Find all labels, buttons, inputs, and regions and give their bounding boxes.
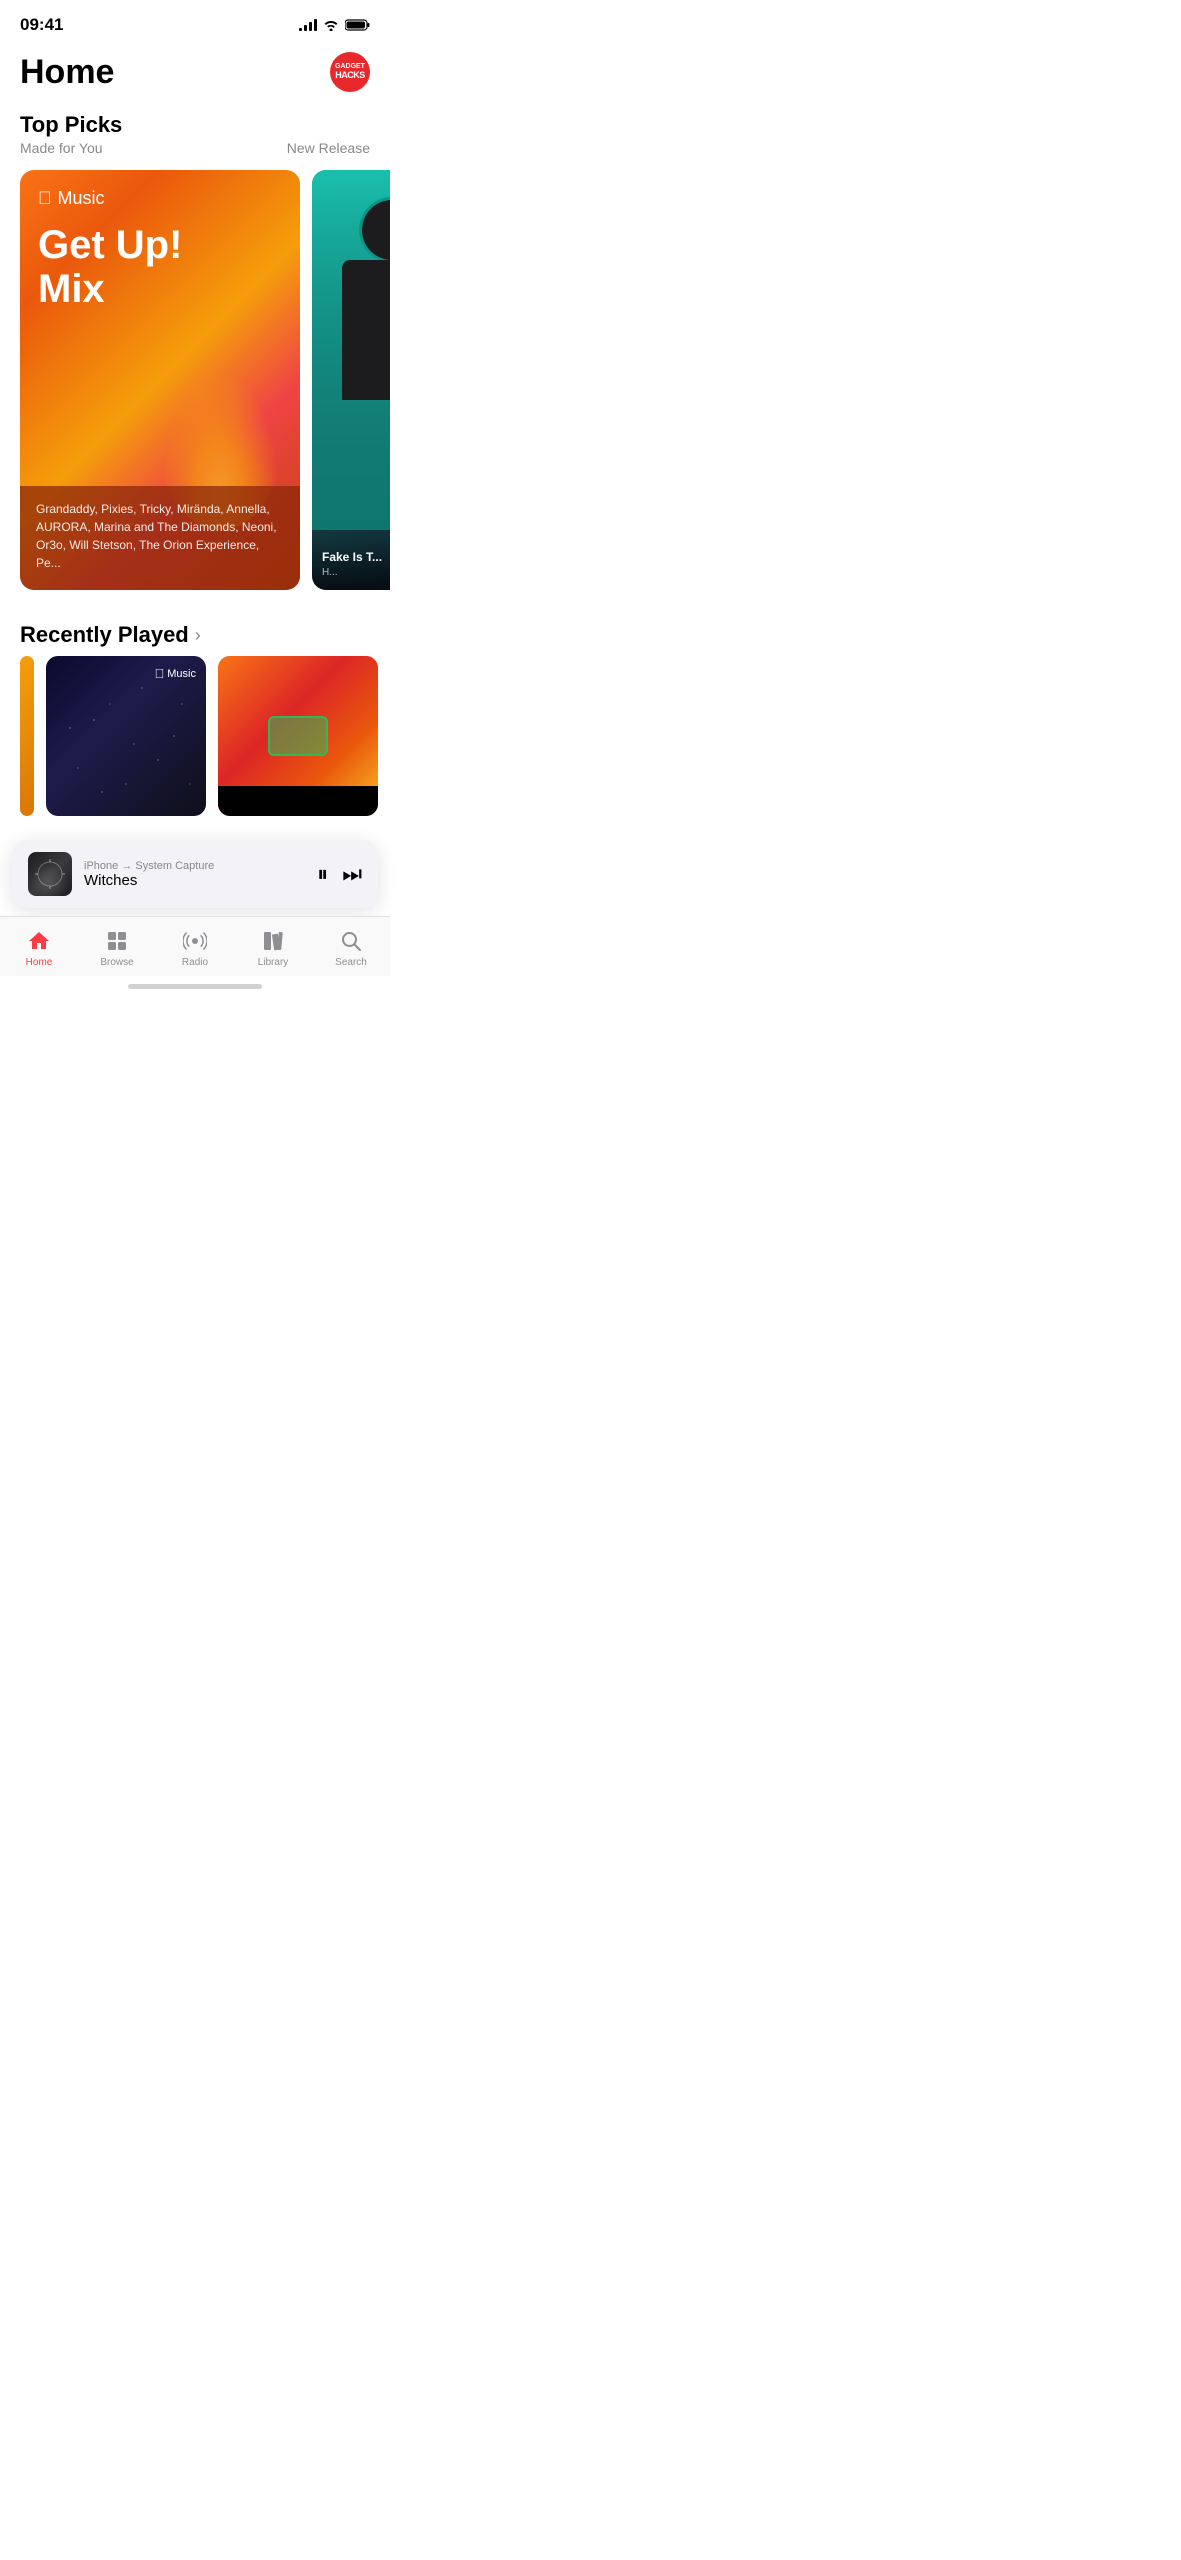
top-picks-subtitle-row: Made for You New Release (20, 140, 370, 156)
tab-radio-label: Radio (182, 957, 208, 968)
top-picks-title: Top Picks (20, 112, 370, 138)
featured-card-title: Get Up! Mix (38, 223, 282, 311)
tab-bar: Home Browse Radio Library Search (0, 916, 390, 976)
signal-icon (299, 19, 317, 31)
mini-player-controls: ⏸ ⏭ (317, 861, 362, 887)
recently-played-title: Recently Played (20, 622, 189, 648)
tab-home[interactable]: Home (0, 925, 78, 972)
search-icon (339, 929, 363, 953)
secondary-card-image: Fake Is T... H... (312, 170, 390, 590)
library-icon (261, 929, 285, 953)
page-header: Home GADGET HACKS (0, 44, 390, 104)
mini-player-title: Witches (84, 872, 305, 889)
status-icons (299, 19, 370, 31)
secondary-card-caption: Fake Is T... H... (312, 538, 390, 590)
home-icon (27, 929, 51, 953)
featured-card-caption: Grandaddy, Pixies, Tricky, Mirända, Anne… (20, 486, 300, 590)
new-release-label: New Release (287, 140, 370, 156)
person-body (342, 260, 390, 400)
secondary-card[interactable]: Fake Is T... H... (312, 170, 390, 590)
recent-card-orange[interactable] (218, 656, 378, 816)
wifi-icon (323, 19, 339, 31)
status-bar: 09:41 (0, 0, 390, 44)
avatar-badge[interactable]: GADGET HACKS (330, 52, 370, 92)
recently-played-scroll[interactable]:  Music (0, 656, 390, 832)
secondary-card-subtitle: H... (322, 567, 338, 578)
page-title: Home (20, 53, 114, 92)
mini-player-info: iPhone → System Capture Witches (84, 860, 305, 889)
black-bar (218, 786, 378, 816)
tab-search[interactable]: Search (312, 925, 390, 972)
recent-card-partial[interactable] (20, 656, 34, 816)
apple-music-badge-apple:  (155, 666, 165, 681)
tab-browse[interactable]: Browse (78, 925, 156, 972)
mini-player-source: iPhone → System Capture (84, 860, 305, 872)
person-head (362, 200, 390, 260)
skip-forward-button[interactable]: ⏭ (342, 861, 362, 887)
recently-played-header[interactable]: Recently Played › (0, 606, 390, 656)
secondary-card-person (312, 170, 390, 530)
made-for-you-label: Made for You (20, 140, 103, 156)
status-time: 09:41 (20, 15, 63, 35)
person-silhouette (312, 170, 390, 530)
apple-music-text: Music (58, 188, 105, 209)
battery-icon (345, 19, 370, 31)
tab-radio[interactable]: Radio (156, 925, 234, 972)
tab-library-label: Library (258, 957, 289, 968)
home-bar (128, 984, 262, 989)
apple-music-logo:  Music (38, 188, 282, 209)
apple-music-badge:  Music (155, 666, 196, 681)
mini-player[interactable]: iPhone → System Capture Witches ⏸ ⏭ (12, 840, 378, 908)
mini-player-thumbnail (28, 852, 72, 896)
top-picks-header: Top Picks Made for You New Release (0, 104, 390, 160)
avatar-brand-bottom: HACKS (335, 71, 365, 81)
radio-icon (183, 929, 207, 953)
browse-icon (105, 929, 129, 953)
pause-button[interactable]: ⏸ (317, 861, 328, 887)
tab-home-label: Home (26, 957, 53, 968)
tab-library[interactable]: Library (234, 925, 312, 972)
featured-card[interactable]:  Music Get Up! Mix Grandaddy, Pixies, T… (20, 170, 300, 590)
green-rect (268, 716, 328, 756)
thumb-sunburst (28, 852, 72, 896)
top-picks-scroll[interactable]:  Music Get Up! Mix Grandaddy, Pixies, T… (0, 160, 390, 606)
tab-search-label: Search (335, 957, 367, 968)
home-indicator (0, 976, 390, 995)
recently-played-arrow: › (195, 625, 201, 646)
apple-icon:  (38, 188, 52, 209)
recent-card-stars[interactable]:  Music (46, 656, 206, 816)
apple-music-badge-text: Music (167, 668, 196, 680)
tab-browse-label: Browse (100, 957, 133, 968)
